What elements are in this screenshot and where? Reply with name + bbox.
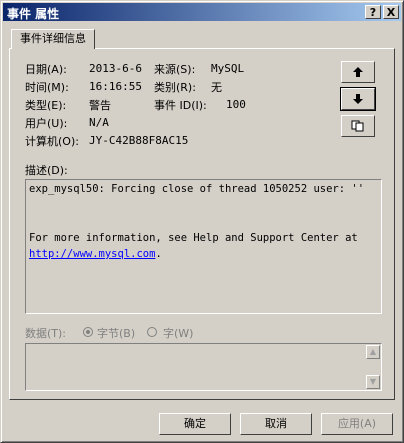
apply-button[interactable]: 应用(A) <box>321 413 393 435</box>
date-value: 2013-6-6 <box>89 62 142 75</box>
next-event-button[interactable] <box>340 87 376 111</box>
description-label: 描述(D): <box>25 164 68 177</box>
category-label: 类别(R): <box>154 81 196 94</box>
previous-event-button[interactable] <box>341 61 375 83</box>
words-radio[interactable] <box>147 327 157 337</box>
window-title: 事件 属性 <box>7 7 60 21</box>
date-label: 日期(A): <box>25 63 67 76</box>
description-textbox[interactable]: exp_mysql50: Forcing close of thread 105… <box>25 179 382 314</box>
ok-button[interactable]: 确定 <box>159 413 231 435</box>
data-label: 数据(T): <box>25 327 67 340</box>
bytes-radio[interactable] <box>83 327 93 337</box>
link-suffix: . <box>155 248 162 260</box>
time-value: 16:16:55 <box>89 80 142 93</box>
user-label: 用户(U): <box>25 117 68 130</box>
type-label: 类型(E): <box>25 99 67 112</box>
description-line-1: exp_mysql50: Forcing close of thread 105… <box>29 183 365 195</box>
copy-icon <box>351 120 364 132</box>
type-value: 警告 <box>89 99 111 112</box>
scroll-up-button[interactable]: ▲ <box>366 345 380 359</box>
arrow-up-icon <box>353 67 363 77</box>
data-textbox[interactable]: ▲ ▼ <box>25 343 382 391</box>
computer-value: JY-C42B88F8AC15 <box>89 134 189 147</box>
source-value: MySQL <box>211 62 245 75</box>
source-label: 来源(S): <box>154 63 196 76</box>
bytes-radio-label: 字节(B) <box>97 327 136 340</box>
arrow-down-icon <box>353 94 363 104</box>
category-value: 无 <box>211 81 222 94</box>
copy-event-button[interactable] <box>341 115 375 137</box>
event-id-label: 事件 ID(I): <box>154 99 207 112</box>
cancel-button[interactable]: 取消 <box>240 413 312 435</box>
computer-label: 计算机(O): <box>25 135 79 148</box>
words-radio-label: 字(W) <box>163 327 194 340</box>
user-value: N/A <box>89 116 109 129</box>
time-label: 时间(M): <box>25 81 69 94</box>
event-id-value: 100 <box>226 98 246 111</box>
tab-event-details[interactable]: 事件详细信息 <box>11 29 95 49</box>
event-properties-window: 事件 属性 ? X 事件详细信息 日期(A): 2013-6-6 来源(S): … <box>0 0 404 443</box>
close-button[interactable]: X <box>383 5 399 19</box>
scroll-down-button[interactable]: ▼ <box>366 375 380 389</box>
help-button[interactable]: ? <box>365 5 381 19</box>
mysql-link[interactable]: http://www.mysql.com <box>29 248 155 260</box>
title-bar: 事件 属性 ? X <box>3 3 401 21</box>
description-line-2: For more information, see Help and Suppo… <box>29 232 358 244</box>
description-link-line: http://www.mysql.com. <box>29 248 162 260</box>
